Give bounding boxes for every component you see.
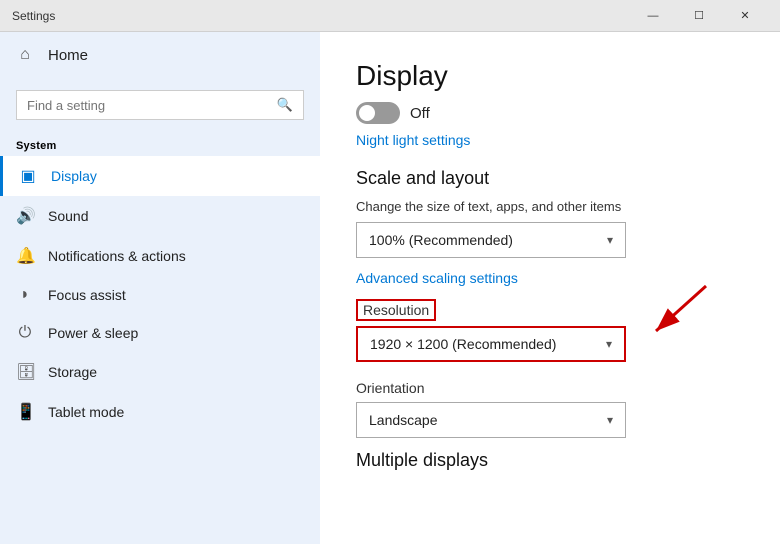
orientation-dropdown-arrow: ▾ <box>607 413 613 427</box>
resolution-label: Resolution <box>356 302 626 320</box>
orientation-label: Orientation <box>356 380 744 396</box>
night-light-link[interactable]: Night light settings <box>356 132 744 148</box>
minimize-button[interactable]: — <box>630 0 676 32</box>
search-box[interactable]: 🔍 <box>16 90 304 120</box>
orientation-section: Orientation Landscape ▾ <box>356 380 744 438</box>
sidebar-sound-label: Sound <box>48 208 88 224</box>
sidebar-item-storage[interactable]: 🗄 Storage <box>0 352 320 392</box>
app-title: Settings <box>12 9 55 23</box>
sidebar-item-tablet[interactable]: 📱 Tablet mode <box>0 392 320 432</box>
display-icon: ▣ <box>19 166 37 186</box>
sidebar-display-label: Display <box>51 168 97 184</box>
sidebar-item-display[interactable]: ▣ Display <box>0 156 320 196</box>
resolution-label-text: Resolution <box>356 299 436 321</box>
power-icon: ⏻ <box>16 324 34 342</box>
scale-section-heading: Scale and layout <box>356 168 744 189</box>
sidebar-storage-label: Storage <box>48 364 97 380</box>
titlebar: Settings — ☐ ✕ <box>0 0 780 32</box>
scale-dropdown-arrow: ▾ <box>607 233 613 247</box>
annotation-arrow <box>626 281 711 346</box>
maximize-button[interactable]: ☐ <box>676 0 722 32</box>
sidebar-tablet-label: Tablet mode <box>48 404 124 420</box>
sidebar-item-focus[interactable]: ◗ Focus assist <box>0 276 320 314</box>
window-controls: — ☐ ✕ <box>630 0 768 32</box>
multiple-displays-heading: Multiple displays <box>356 450 744 471</box>
scale-value: 100% (Recommended) <box>369 232 513 248</box>
scale-description: Change the size of text, apps, and other… <box>356 199 744 214</box>
toggle-state-label: Off <box>410 105 430 122</box>
resolution-section: Resolution 1920 × 1200 (Recommended) ▾ <box>356 302 626 376</box>
display-toggle[interactable] <box>356 102 400 124</box>
search-input[interactable] <box>27 98 269 113</box>
focus-icon: ◗ <box>16 286 34 304</box>
notifications-icon: 🔔 <box>16 246 34 266</box>
display-toggle-row: Off <box>356 102 744 124</box>
resolution-dropdown-wrapper: 1920 × 1200 (Recommended) ▾ <box>356 326 626 376</box>
orientation-value: Landscape <box>369 412 438 428</box>
page-title: Display <box>356 60 744 92</box>
resolution-value: 1920 × 1200 (Recommended) <box>370 336 556 352</box>
sidebar-item-notifications[interactable]: 🔔 Notifications & actions <box>0 236 320 276</box>
sidebar-item-home[interactable]: ⌂ Home <box>0 32 320 78</box>
sidebar-section-label: System <box>0 132 320 156</box>
orientation-dropdown[interactable]: Landscape ▾ <box>356 402 626 438</box>
sidebar-item-power[interactable]: ⏻ Power & sleep <box>0 314 320 352</box>
content-area: Display Off Night light settings Scale a… <box>320 32 780 544</box>
app-body: ⌂ Home 🔍 System ▣ Display 🔊 Sound 🔔 Noti… <box>0 32 780 544</box>
sound-icon: 🔊 <box>16 206 34 226</box>
sidebar-item-sound[interactable]: 🔊 Sound <box>0 196 320 236</box>
tablet-icon: 📱 <box>16 402 34 422</box>
search-icon: 🔍 <box>277 97 293 113</box>
close-button[interactable]: ✕ <box>722 0 768 32</box>
home-icon: ⌂ <box>16 46 34 64</box>
home-label: Home <box>48 47 88 64</box>
resolution-dropdown-arrow: ▾ <box>606 337 612 351</box>
resolution-dropdown[interactable]: 1920 × 1200 (Recommended) ▾ <box>356 326 626 362</box>
sidebar-focus-label: Focus assist <box>48 287 126 303</box>
sidebar-power-label: Power & sleep <box>48 325 138 341</box>
sidebar-notifications-label: Notifications & actions <box>48 248 186 264</box>
scale-dropdown[interactable]: 100% (Recommended) ▾ <box>356 222 626 258</box>
sidebar: ⌂ Home 🔍 System ▣ Display 🔊 Sound 🔔 Noti… <box>0 32 320 544</box>
storage-icon: 🗄 <box>16 362 34 382</box>
